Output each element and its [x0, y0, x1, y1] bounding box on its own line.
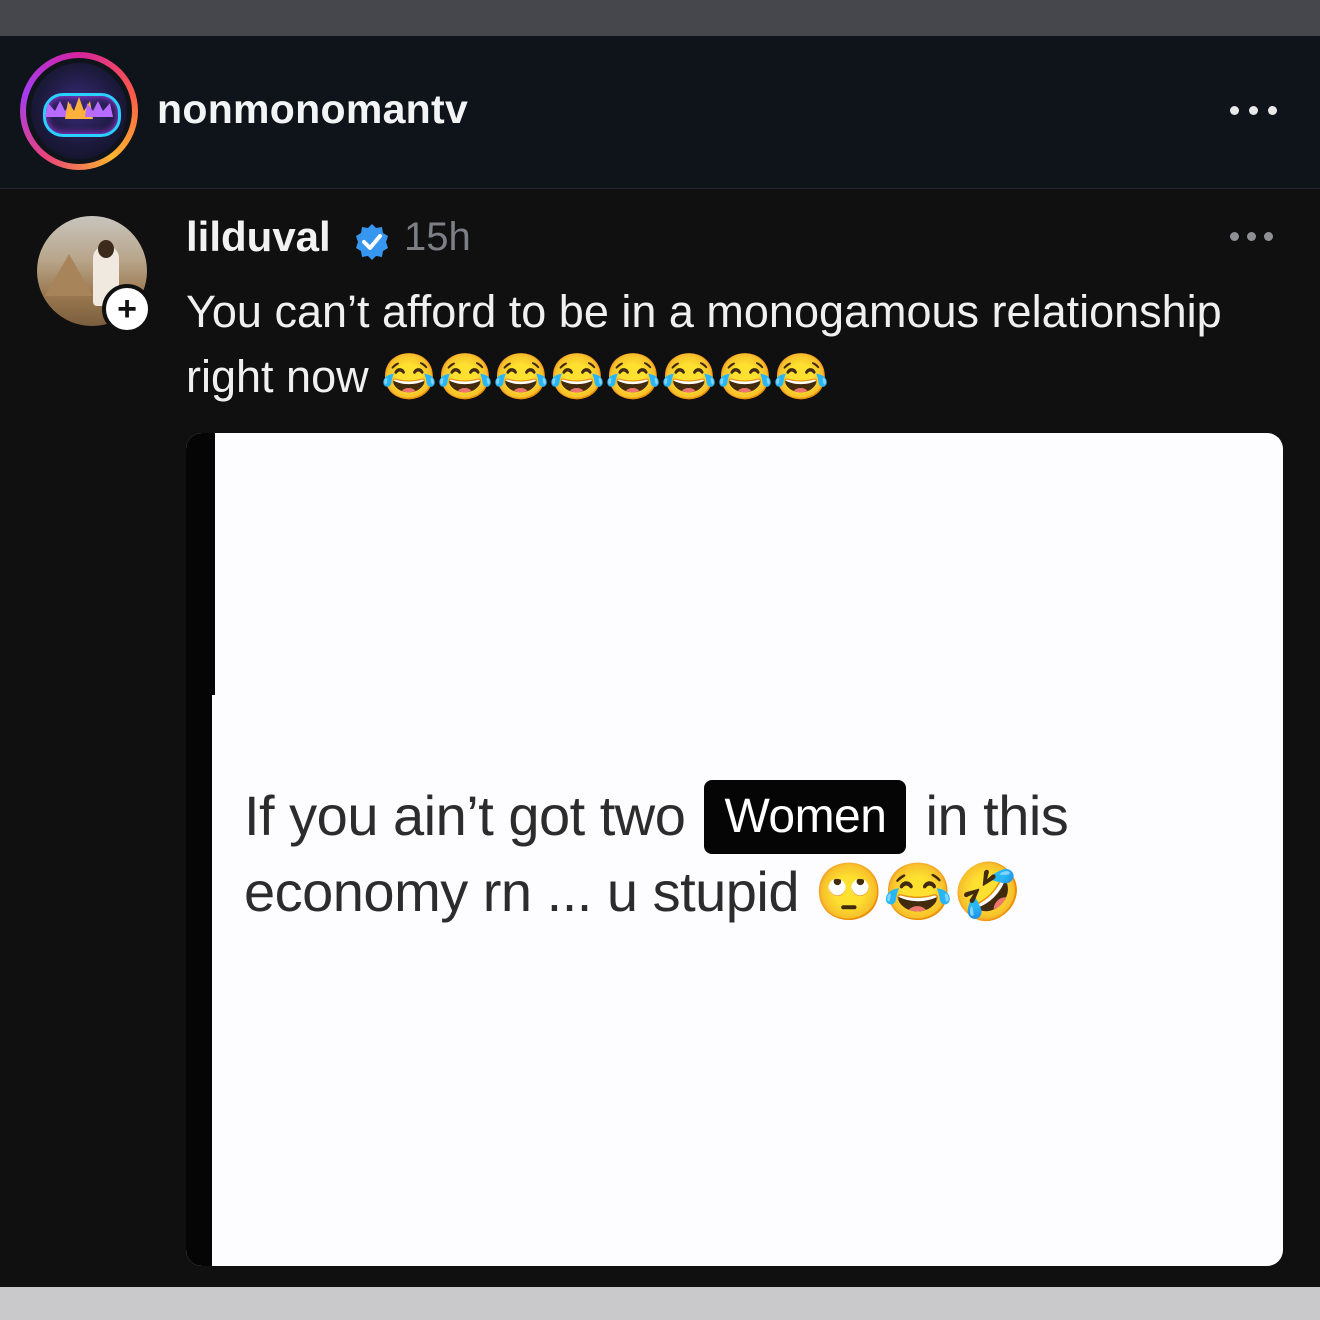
reel-header: nonmonomantv — [0, 36, 1320, 189]
top-status-strip — [0, 0, 1320, 36]
post-image[interactable]: If you ain’t got two Women in this econo… — [186, 433, 1283, 1266]
story-ring[interactable] — [20, 52, 138, 170]
story-ring-gap — [26, 58, 132, 164]
verified-badge-icon — [356, 224, 388, 260]
image-caption-text: If you ain’t got two Women in this econo… — [244, 778, 1144, 930]
more-options-icon[interactable] — [1226, 96, 1282, 126]
post-caption: You can’t afford to be in a monogamous r… — [186, 286, 1222, 402]
post-username[interactable]: lilduval — [186, 213, 331, 261]
avatar-photo-head — [98, 240, 114, 258]
image-text-start: If you ain’t got two — [244, 784, 686, 847]
threads-post: + lilduval 15h You can’t afford to be in… — [0, 189, 1320, 1287]
avatar-photo-pyramid — [45, 254, 93, 296]
image-left-bar — [186, 433, 215, 1266]
account-avatar[interactable] — [31, 63, 127, 159]
post-timestamp: 15h — [404, 215, 471, 259]
follow-plus-icon[interactable]: + — [102, 284, 152, 334]
bottom-strip — [0, 1287, 1320, 1320]
post-more-icon[interactable] — [1228, 229, 1274, 245]
crown-icon — [45, 97, 113, 119]
image-bar-notch — [212, 695, 216, 1266]
image-highlight-word: Women — [704, 780, 907, 854]
account-name[interactable]: nonmonomantv — [157, 86, 468, 133]
